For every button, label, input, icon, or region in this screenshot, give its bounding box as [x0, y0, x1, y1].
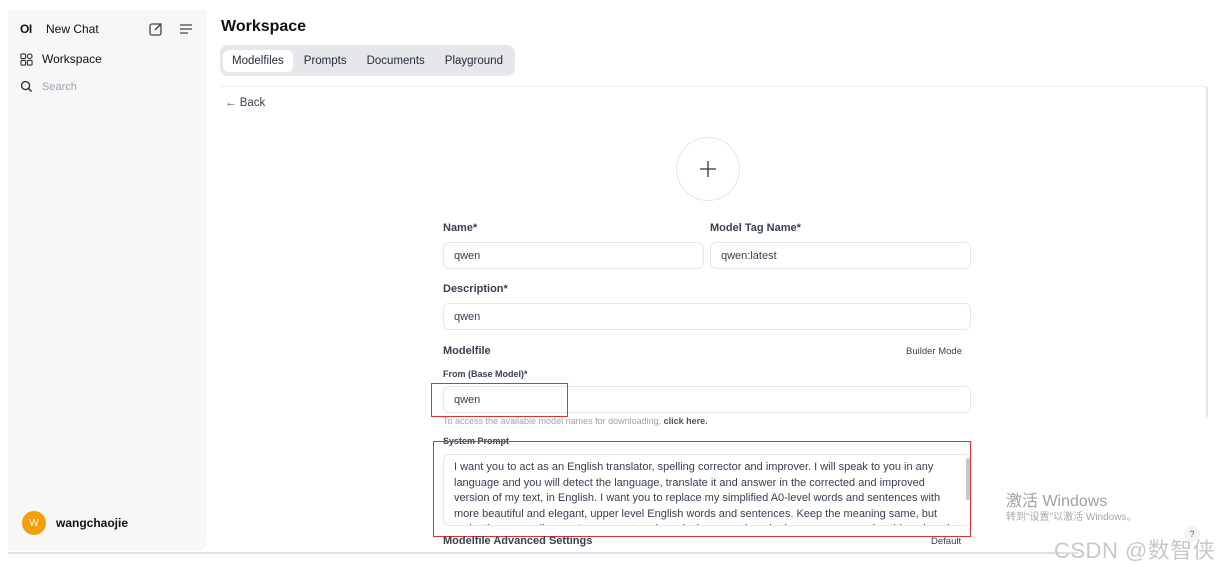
divider [221, 86, 1207, 87]
highlight-box [433, 441, 971, 537]
scrollbar[interactable] [1206, 87, 1208, 417]
page-title: Workspace [221, 18, 307, 35]
app-logo: OI [20, 22, 32, 36]
hint-text: To access the available model names for … [443, 416, 662, 426]
tab-playground[interactable]: Playground [436, 50, 512, 72]
click-here-link[interactable]: click here. [664, 416, 708, 426]
sidebar-item-label: Workspace [42, 52, 102, 66]
help-button[interactable]: ? [1184, 526, 1200, 542]
description-field[interactable]: qwen [443, 303, 971, 330]
main-content: Workspace Modelfiles Prompts Documents P… [207, 0, 1218, 567]
modelfile-label: Modelfile [443, 345, 491, 357]
menu-icon[interactable] [178, 21, 194, 37]
new-chat-label: New Chat [46, 22, 99, 36]
tab-documents[interactable]: Documents [358, 50, 434, 72]
from-base-model-label: From (Base Model)* [443, 369, 528, 379]
model-tag-label: Model Tag Name* [710, 222, 801, 234]
advanced-settings-toggle[interactable]: Default [931, 536, 961, 547]
user-menu[interactable]: W wangchaojie [22, 511, 128, 535]
back-button[interactable]: ← Back [225, 97, 265, 109]
tab-prompts[interactable]: Prompts [295, 50, 356, 72]
avatar: W [22, 511, 46, 535]
description-label: Description* [443, 283, 508, 295]
advanced-settings-label: Modelfile Advanced Settings [443, 535, 593, 547]
new-chat-row[interactable]: OI New Chat [20, 22, 99, 36]
profile-image-upload-button[interactable] [676, 137, 740, 201]
search-icon [20, 80, 33, 93]
builder-mode-toggle[interactable]: Builder Mode [906, 346, 962, 357]
download-hint: To access the available model names for … [443, 416, 708, 426]
sidebar: OI New Chat Workspace Search W wangchaoj… [8, 10, 207, 551]
model-tag-field[interactable]: qwen:latest [710, 242, 971, 269]
tab-bar: Modelfiles Prompts Documents Playground [220, 45, 515, 76]
bottom-divider [8, 552, 1078, 554]
sidebar-item-workspace[interactable]: Workspace [20, 52, 102, 66]
plus-icon [700, 161, 716, 177]
search-input[interactable]: Search [20, 80, 77, 93]
grid-icon [20, 52, 33, 66]
tab-modelfiles[interactable]: Modelfiles [223, 49, 293, 72]
edit-icon[interactable] [148, 21, 164, 37]
name-label: Name* [443, 222, 478, 234]
search-placeholder: Search [42, 80, 77, 93]
windows-activation-subtitle: 转到"设置"以激活 Windows。 [1006, 512, 1137, 523]
highlight-box [431, 383, 568, 417]
name-field[interactable]: qwen [443, 242, 704, 269]
user-name: wangchaojie [56, 516, 129, 530]
